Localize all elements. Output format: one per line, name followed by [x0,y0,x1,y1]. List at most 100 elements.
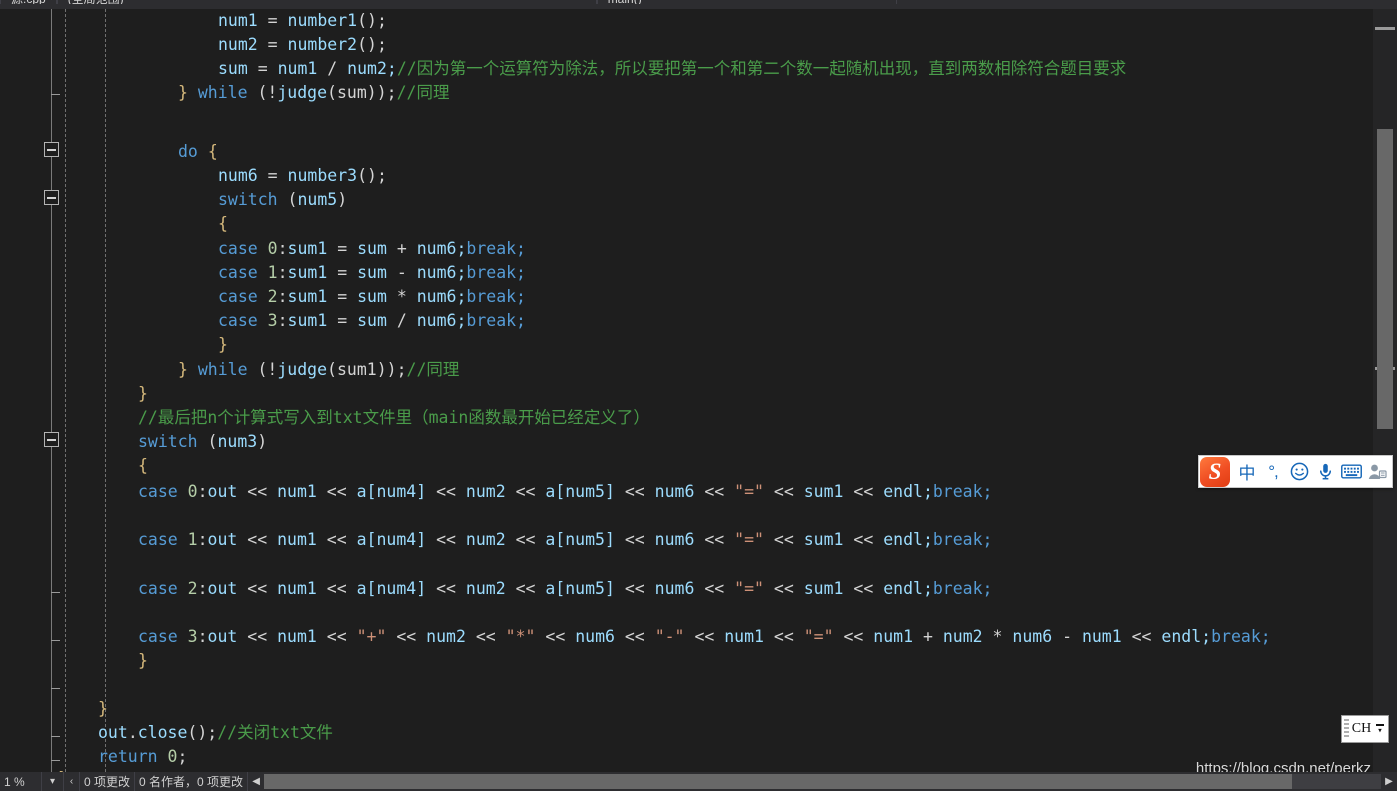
code-token: case [138,627,188,646]
code-token: num2 [426,627,476,646]
code-token: num1 [277,530,327,549]
horizontal-scrollbar[interactable]: ◀ ▶ [248,773,1397,790]
code-token: judge [277,83,328,102]
tab-scope-selector[interactable]: (全局范围) [56,0,597,4]
zoom-level[interactable]: 1 % [0,772,42,791]
code-line[interactable]: case 1:sum1 = sum - num6;break; [218,261,526,285]
code-line[interactable]: case 3:out << num1 << "+" << num2 << "*"… [138,625,1271,649]
scroll-right-arrow-icon[interactable]: ▶ [1381,773,1397,790]
code-line[interactable]: case 3:sum1 = sum / num6;break; [218,309,526,333]
code-token: + [396,239,417,258]
code-line[interactable]: } [98,697,108,721]
tab-function-selector[interactable]: main() [596,0,897,4]
code-line[interactable]: case 2:out << num1 << a[num4] << num2 <<… [138,577,992,601]
sogou-ime-toolbar[interactable]: S 中 °, [1198,455,1393,488]
code-token: * [396,287,417,306]
soft-keyboard-icon[interactable] [1338,458,1364,486]
code-token: num1 [1081,627,1132,646]
code-line[interactable]: out.close();//关闭txt文件 [98,721,333,745]
code-line[interactable]: { [138,454,148,478]
code-token: << [326,482,357,501]
code-token: endl; [883,579,933,598]
emoji-icon[interactable] [1286,458,1312,486]
code-token: << [247,579,278,598]
language-indicator[interactable]: CH ▾ [1341,715,1389,743]
code-token: num2 [465,530,516,549]
voice-input-icon[interactable] [1312,458,1338,486]
code-line[interactable]: } [138,382,148,406]
code-token: num2; [347,59,397,78]
chevron-left-icon: ‹ [69,776,74,787]
editor-vertical-scrollbar[interactable] [1373,9,1397,772]
horizontal-scroll-thumb[interactable] [264,774,1292,789]
code-token: ; [177,747,188,766]
code-line[interactable]: switch (num3) [138,430,267,454]
code-token: << [773,627,804,646]
code-token: num6; [416,263,467,282]
tab-source-file[interactable]: 源.cpp [0,0,57,4]
code-line[interactable]: switch (num5) [218,188,347,212]
code-line[interactable]: num1 = number1(); [218,9,387,33]
code-token: } [218,335,228,354]
code-editor[interactable]: num1 = number1(); num2 = number2(); sum = … [0,9,1373,772]
code-token: } [178,83,198,102]
code-token: << [247,530,278,549]
code-line[interactable]: } [138,649,148,673]
user-account-icon[interactable] [1364,458,1390,486]
code-line[interactable]: { [218,212,228,236]
tab-strip-spacer [896,0,1397,9]
code-text-area[interactable]: num1 = number1(); num2 = number2(); sum = … [0,9,1373,772]
code-token: num6 [1012,627,1063,646]
pending-changes-count[interactable]: 0 项更改 [80,772,136,791]
code-line[interactable]: //最后把n个计算式写入到txt文件里（main函数最开始已经定义了） [138,406,650,430]
changes-nav-prev[interactable]: ‹ [64,772,80,791]
pending-changes-label: 0 项更改 [84,775,131,789]
editor-tab-strip[interactable]: 源.cpp (全局范围) main() [0,0,1397,9]
code-line[interactable]: case 0:out << num1 << a[num4] << num2 <<… [138,480,992,504]
code-token: : [197,530,208,549]
code-token: sum [357,311,397,330]
code-token: (); [357,35,387,54]
sogou-logo-icon[interactable]: S [1200,456,1230,487]
code-token: //同理 [406,360,460,379]
code-token: case [218,263,268,282]
code-token: break; [1211,627,1271,646]
code-token: sum1 [287,263,338,282]
code-line[interactable]: num6 = number3(); [218,164,387,188]
code-token: num2 [218,35,268,54]
code-token: { [218,214,228,233]
code-token: (! [257,83,278,102]
code-line[interactable]: num2 = number2(); [218,33,387,57]
authors-and-changes[interactable]: 0 名作者，0 项更改 [135,772,249,791]
code-token: ) [257,432,268,451]
chinese-mode-icon[interactable]: 中 [1234,458,1260,486]
code-token: a[num4] [356,579,437,598]
chevron-down-icon[interactable]: ▾ [1374,723,1388,735]
horizontal-scroll-track[interactable] [264,774,1381,789]
vertical-scroll-thumb[interactable] [1377,129,1393,429]
authors-label: 0 名作者，0 项更改 [139,775,244,789]
code-line[interactable]: do { [178,140,218,164]
code-line[interactable]: case 2:sum1 = sum * num6;break; [218,285,526,309]
code-token: << [475,627,506,646]
code-line[interactable]: case 1:out << num1 << a[num4] << num2 <<… [138,528,992,552]
code-line[interactable]: sum = num1 / num2;//因为第一个运算符为除法，所以要把第一个和… [218,57,1126,81]
punctuation-icon[interactable]: °, [1260,458,1286,486]
code-line[interactable]: case 0:sum1 = sum + num6;break; [218,237,526,261]
code-token: sum1 [287,311,338,330]
code-token: sum [218,59,258,78]
code-token: ( [287,190,298,209]
status-bar[interactable]: 1 % ▾ ‹ 0 项更改 0 名作者，0 项更改 ◀ ▶ [0,772,1397,791]
code-token: << [853,579,884,598]
code-token: num6 [654,579,705,598]
code-line[interactable]: } while (!judge(sum1));//同理 [178,358,459,382]
code-token: } [138,651,148,670]
code-line[interactable]: } while (!judge(sum));//同理 [178,81,449,105]
code-token: = [337,311,358,330]
code-line[interactable]: return 0; [98,745,187,769]
code-line[interactable]: } [218,333,228,357]
scroll-left-arrow-icon[interactable]: ◀ [248,773,264,790]
code-token: "-" [654,627,695,646]
code-token: break; [466,311,526,330]
zoom-dropdown-button[interactable]: ▾ [42,772,64,791]
